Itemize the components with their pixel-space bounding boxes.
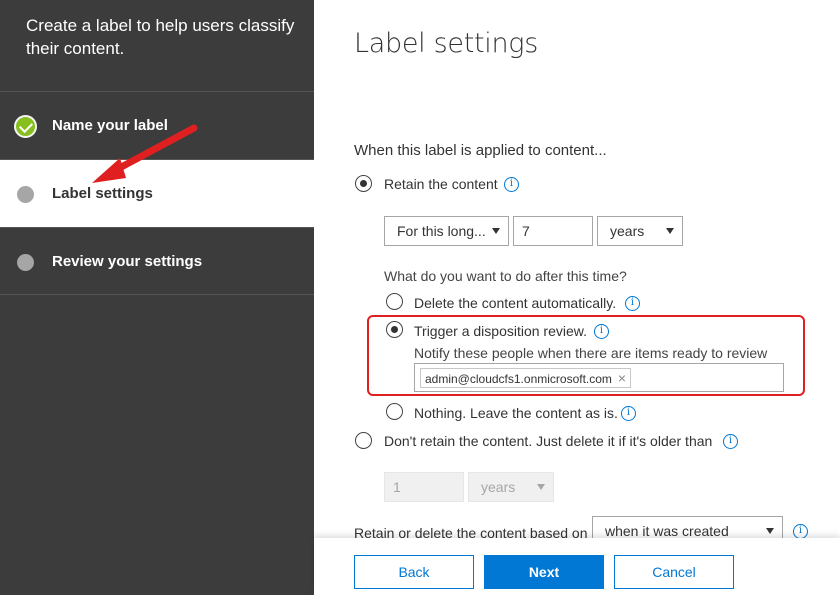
retain-radio[interactable] [355, 175, 372, 192]
step-name-your-label[interactable]: Name your label [0, 91, 314, 159]
period-select-value: For this long... [397, 223, 486, 239]
dont-retain-label: Don't retain the content. Just delete it… [384, 433, 713, 449]
info-icon[interactable]: i [504, 177, 519, 192]
step-dot-icon [17, 186, 34, 203]
step-review-your-settings[interactable]: Review your settings [0, 227, 314, 295]
nothing-option-label: Nothing. Leave the content as is. [414, 405, 618, 421]
after-question: What do you want to do after this time? [384, 268, 627, 284]
wizard-sidebar: Create a label to help users classify th… [0, 0, 314, 595]
step-dot-icon [17, 254, 34, 271]
notify-text: Notify these people when there are items… [414, 345, 768, 361]
applied-heading: When this label is applied to content... [354, 142, 607, 159]
period-unit-select[interactable]: years [597, 216, 683, 246]
wizard-footer: Back Next Cancel [314, 538, 840, 595]
chevron-down-icon [666, 228, 674, 234]
page-title: Label settings [354, 28, 538, 59]
retain-label: Retain the content [384, 176, 498, 192]
step-label: Name your label [52, 117, 168, 134]
dont-retain-radio[interactable] [355, 432, 372, 449]
reviewers-picker[interactable]: admin@cloudcfs1.onmicrosoft.com × [414, 363, 784, 392]
chevron-down-icon [492, 228, 500, 234]
delete-radio[interactable] [386, 293, 403, 310]
check-icon [14, 115, 37, 138]
delete-unit-select: years [468, 472, 554, 502]
step-label-settings[interactable]: Label settings [0, 159, 314, 227]
based-on-value: when it was created [605, 523, 729, 539]
trigger-review-radio[interactable] [386, 321, 403, 338]
wizard-heading: Create a label to help users classify th… [26, 16, 295, 58]
reviewer-chip: admin@cloudcfs1.onmicrosoft.com × [420, 368, 632, 388]
reviewer-email: admin@cloudcfs1.onmicrosoft.com [425, 372, 612, 386]
period-value-input[interactable]: 7 [513, 216, 593, 246]
chevron-down-icon [537, 484, 545, 490]
chevron-down-icon [766, 528, 774, 534]
info-icon[interactable]: i [594, 324, 609, 339]
back-button[interactable]: Back [354, 555, 474, 589]
info-icon[interactable]: i [625, 296, 640, 311]
info-icon[interactable]: i [723, 434, 738, 449]
delete-value-input: 1 [384, 472, 464, 502]
info-icon[interactable]: i [621, 406, 636, 421]
period-unit-value: years [610, 223, 645, 239]
next-button[interactable]: Next [484, 555, 604, 589]
info-icon[interactable]: i [793, 524, 808, 539]
step-label: Review your settings [52, 253, 203, 270]
delete-option-label: Delete the content automatically. [414, 295, 617, 311]
delete-unit-value: years [481, 479, 516, 495]
cancel-button[interactable]: Cancel [614, 555, 734, 589]
trigger-option-label: Trigger a disposition review. [414, 323, 588, 339]
period-select[interactable]: For this long... [384, 216, 509, 246]
nothing-radio[interactable] [386, 403, 403, 420]
remove-icon[interactable]: × [618, 370, 626, 386]
step-label: Label settings [52, 185, 153, 202]
